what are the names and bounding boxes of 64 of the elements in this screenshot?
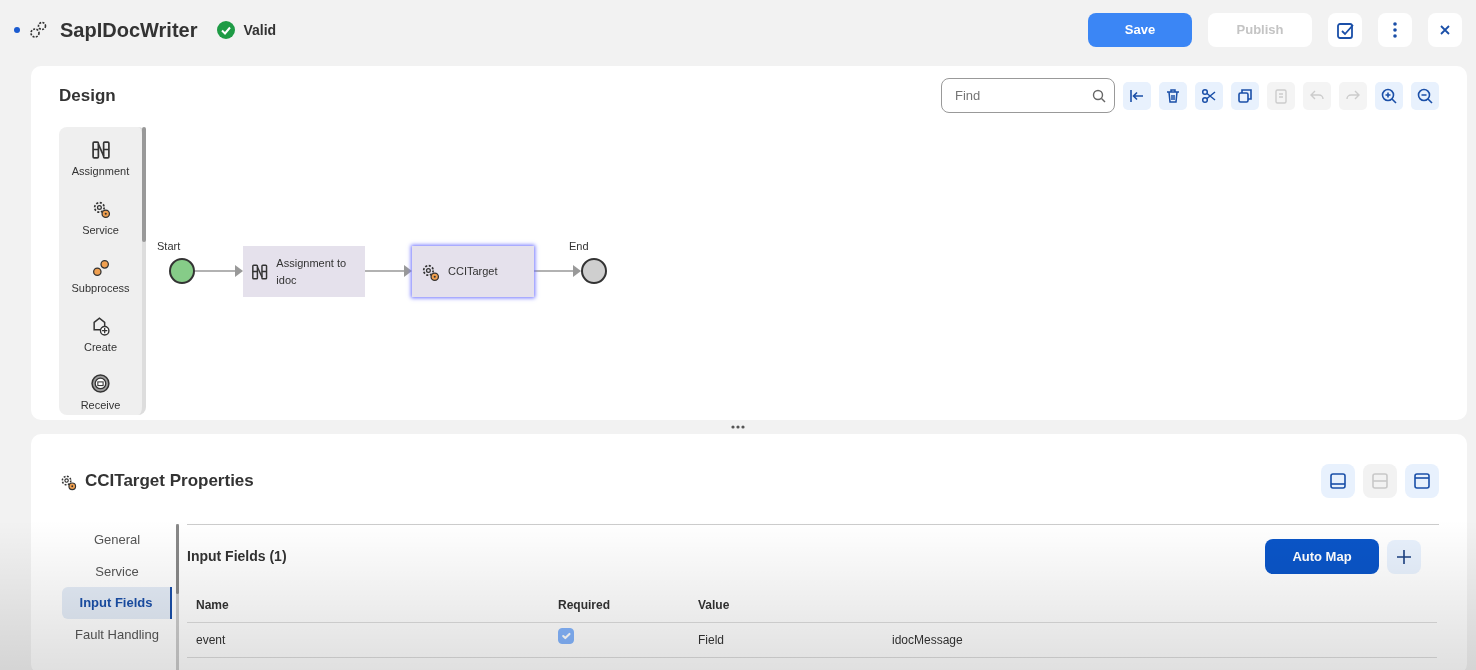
find-field[interactable]: Find [941, 78, 1115, 113]
copy-button[interactable] [1231, 81, 1259, 110]
validate-button[interactable] [1328, 13, 1362, 47]
search-icon [1092, 89, 1106, 103]
end-event[interactable] [581, 258, 607, 284]
layout-button[interactable] [1321, 464, 1355, 498]
split-panel-icon [1371, 472, 1389, 490]
more-icon [1393, 22, 1397, 38]
palette-item[interactable]: Receive [59, 361, 142, 420]
column-header: Name [196, 597, 230, 614]
process-step[interactable]: CCITarget [412, 246, 534, 297]
close-button[interactable] [1428, 13, 1462, 47]
node-label: End [569, 239, 589, 254]
auto-map-button[interactable]: Auto Map [1265, 539, 1379, 574]
bottom-panel-icon [1329, 472, 1347, 490]
palette-item[interactable]: Service [59, 185, 142, 244]
assignment-icon [251, 261, 269, 282]
add-button[interactable] [1387, 539, 1421, 574]
scissors-icon [1200, 86, 1218, 105]
top-panel-icon [1413, 472, 1431, 490]
palette-item[interactable]: Create [59, 302, 142, 361]
section-title: Input Fields (1) [187, 547, 288, 566]
table-cell-text: idocMessage [892, 632, 963, 649]
panel-title: Design [59, 84, 117, 107]
delete-button[interactable] [1159, 81, 1187, 110]
process-title: SapIDocWriter [60, 18, 198, 43]
properties-tab[interactable]: Fault Handling [62, 618, 172, 650]
scrollbar [176, 524, 179, 594]
connector-arrow [533, 265, 581, 277]
connector-arrow [194, 265, 243, 277]
table-cell-text: Field [698, 632, 725, 649]
properties-tab[interactable]: Service [62, 555, 172, 587]
palette-item[interactable]: Assignment [59, 127, 142, 186]
save-button[interactable]: Save [1088, 13, 1192, 47]
more-button[interactable] [1378, 13, 1412, 47]
layout-button[interactable] [1405, 464, 1439, 498]
properties-tab[interactable]: Input Fields [62, 587, 172, 619]
collapse-button[interactable] [1123, 81, 1151, 110]
palette-item[interactable]: Subprocess [59, 244, 142, 303]
check-circle-icon [217, 21, 236, 39]
column-header: Required [558, 597, 611, 614]
assignment-icon [90, 140, 111, 160]
properties-tab[interactable]: General [62, 524, 172, 556]
zoom-in-icon [1380, 86, 1398, 105]
table-cell-text: event [196, 632, 227, 649]
trash-icon [1164, 86, 1182, 105]
node-label: Start [157, 239, 181, 254]
status-text: Valid [243, 20, 277, 40]
clipboard-icon [1272, 86, 1290, 105]
zoom-out-icon [1416, 86, 1434, 105]
checkbox-icon [1336, 21, 1354, 39]
cut-button[interactable] [1195, 81, 1223, 110]
properties-title: CCITarget Properties [85, 470, 255, 493]
splitter-handle-icon[interactable] [731, 425, 745, 429]
start-event[interactable] [169, 258, 195, 284]
connector-arrow [364, 265, 412, 277]
process-step[interactable]: Assignment to idoc [243, 246, 365, 297]
shape-plus-icon [90, 315, 111, 336]
copy-icon [1236, 86, 1254, 105]
plus-icon [1396, 548, 1412, 565]
envelope-circle-icon [90, 374, 111, 394]
zoom-out-button[interactable] [1411, 81, 1439, 110]
zoom-in-button[interactable] [1375, 81, 1403, 110]
column-header: Value [698, 597, 730, 614]
